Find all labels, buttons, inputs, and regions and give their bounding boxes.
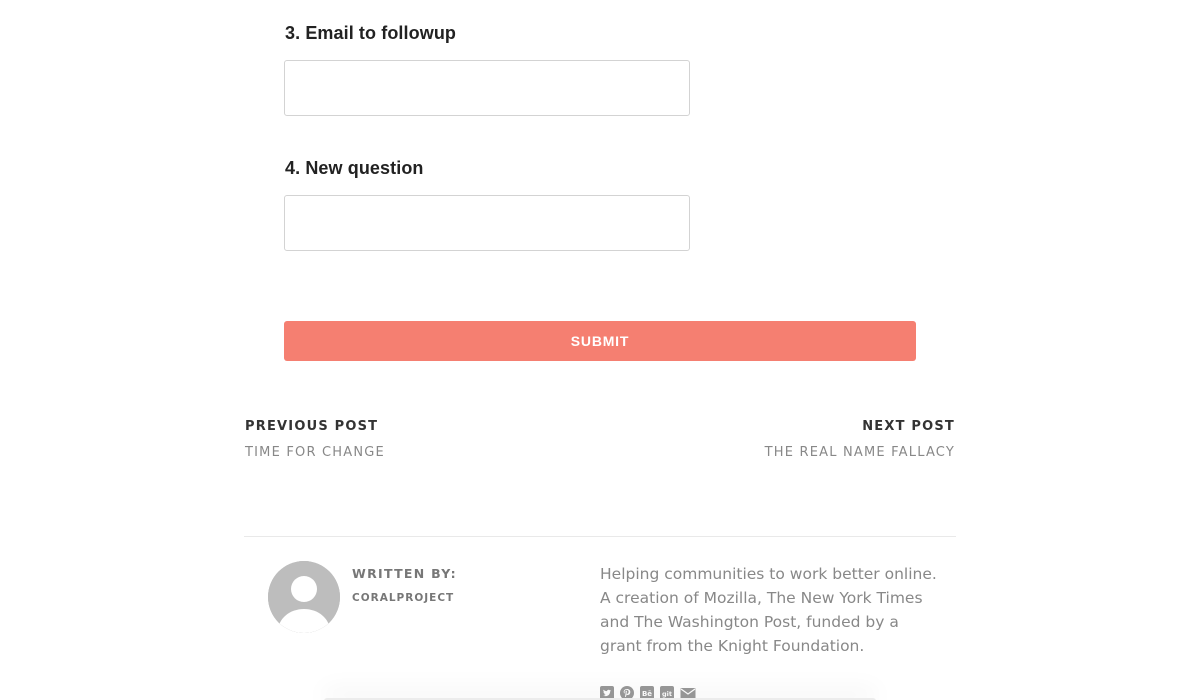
next-post-heading: NEXT POST: [862, 419, 955, 434]
previous-post-heading: PREVIOUS POST: [245, 419, 379, 434]
section-divider: [244, 536, 956, 537]
written-by-label: WRITTEN BY:: [352, 566, 457, 581]
next-post-link[interactable]: THE REAL NAME FALLACY: [765, 445, 955, 460]
default-avatar-icon: [268, 561, 340, 633]
submit-button[interactable]: SUBMIT: [284, 321, 916, 361]
svg-text:git: git: [662, 690, 672, 698]
previous-post-link[interactable]: TIME FOR CHANGE: [245, 445, 385, 460]
author-bio: Helping communities to work better onlin…: [600, 565, 937, 655]
avatar: [268, 561, 340, 633]
author-name-link[interactable]: CORALPROJECT: [352, 592, 454, 604]
question-4-label: 4. New question: [285, 158, 424, 178]
email-followup-input[interactable]: [284, 60, 690, 116]
question-3-label: 3. Email to followup: [285, 23, 457, 43]
svg-text:Bē: Bē: [642, 690, 652, 698]
new-question-input[interactable]: [284, 195, 690, 251]
